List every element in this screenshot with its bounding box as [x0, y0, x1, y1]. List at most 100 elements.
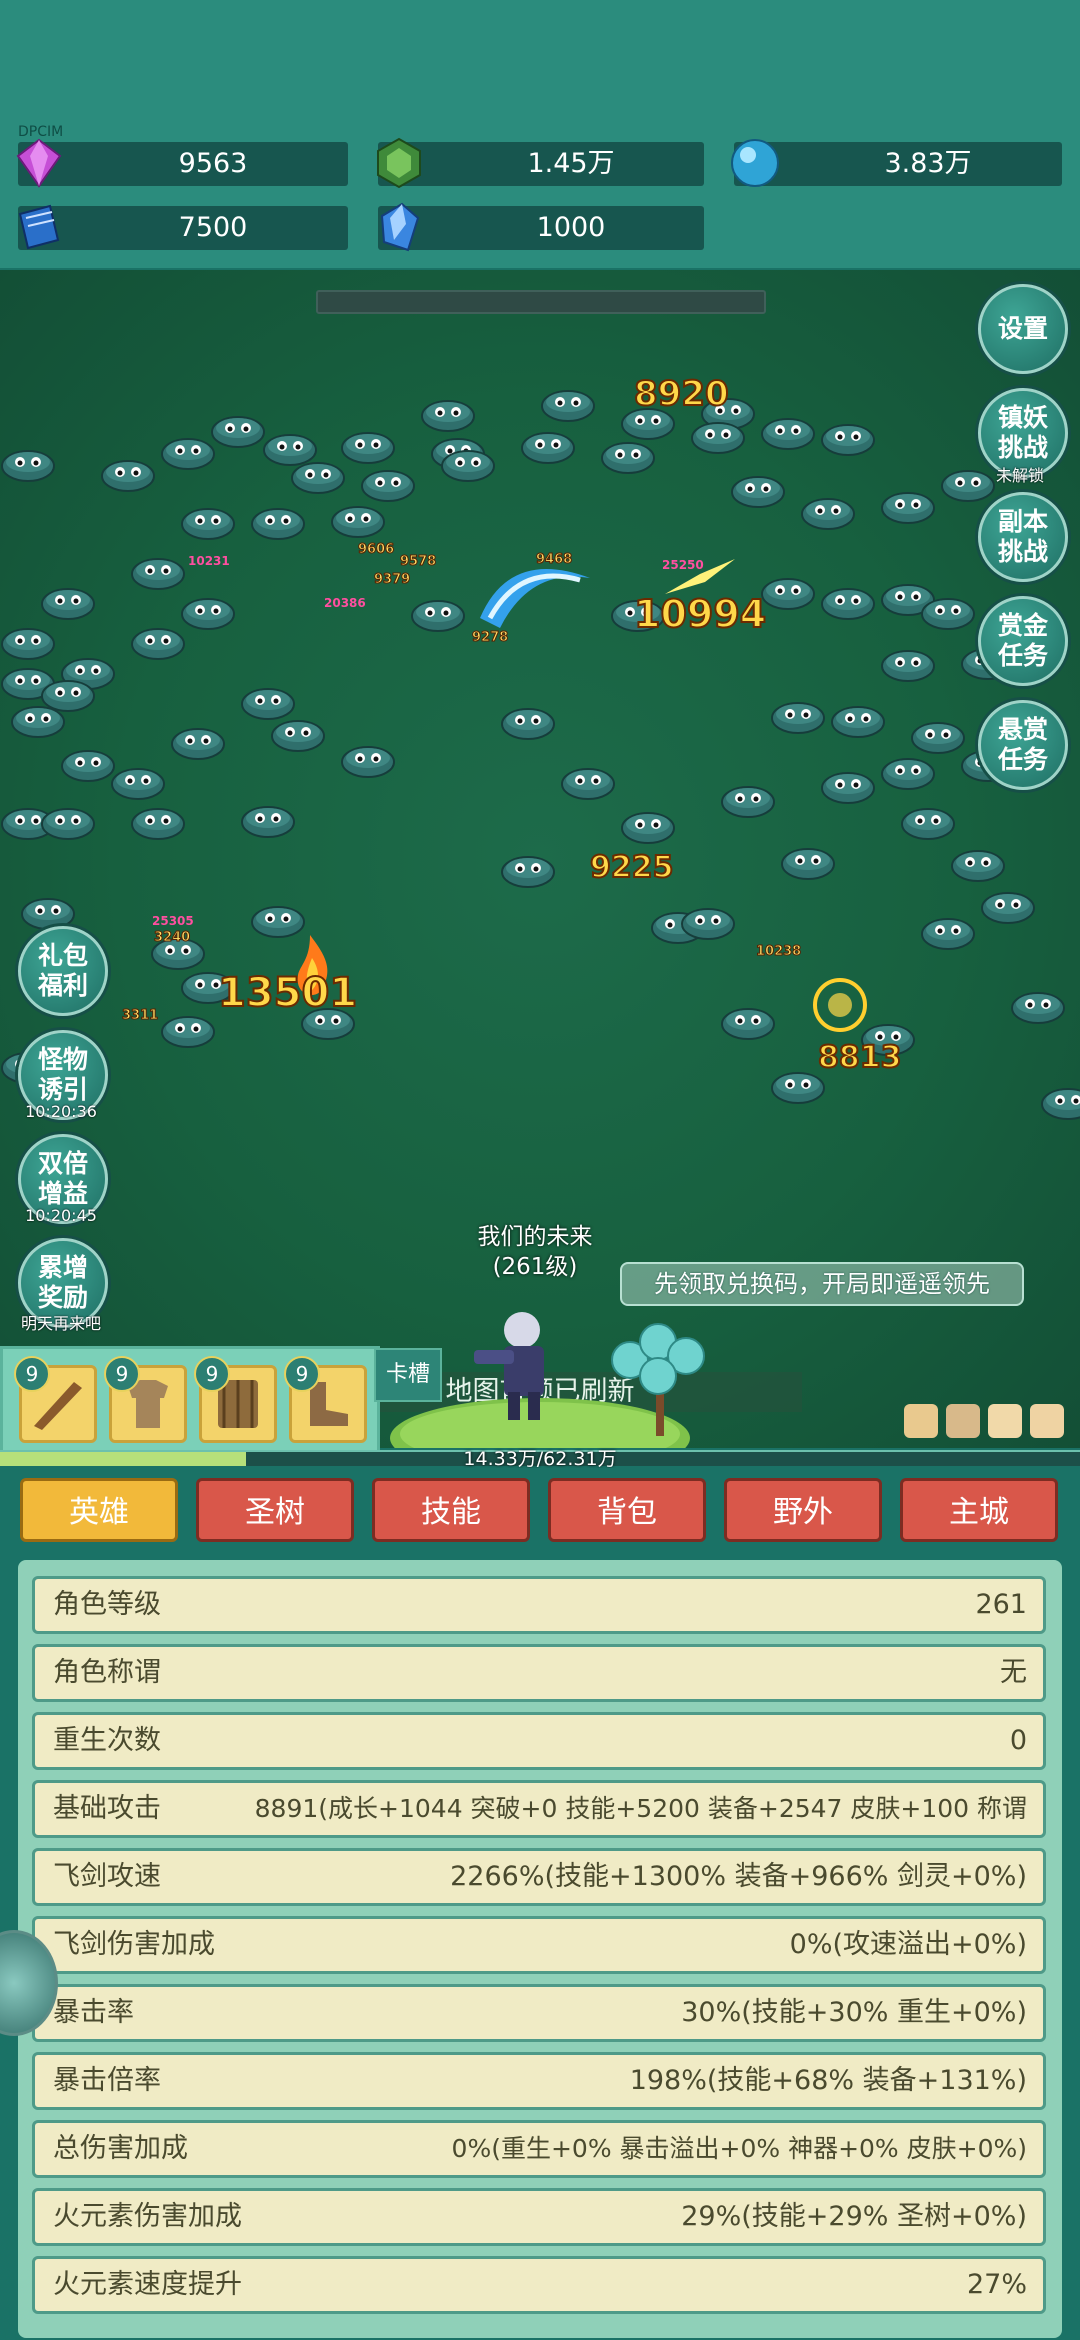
equip-slot-armor[interactable]: 9: [104, 1356, 187, 1443]
button-label: 双倍: [37, 1149, 88, 1178]
stat-name: 角色等级: [53, 1589, 161, 1620]
stat-value: 29%(技能+29% 圣树+0%): [681, 2201, 1027, 2232]
damage-number-small: 9578: [399, 554, 437, 570]
blob-monster: [501, 856, 555, 888]
stat-name: 重生次数: [53, 1725, 161, 1756]
damage-number: 9225: [589, 849, 674, 886]
equip-slot-weapon[interactable]: 9: [14, 1356, 97, 1443]
stat-row: 总伤害加成 0%(重生+0% 暴击溢出+0% 神器+0% 皮肤+0%): [32, 2120, 1046, 2178]
hero-stats-panel[interactable]: 角色等级 261 角色称谓 无 重生次数 0 基础攻击 8891(成长+1044 突破+…: [18, 1560, 1062, 2338]
experience-text: 14.33万/62.31万: [463, 1448, 617, 1470]
blob-monster: [561, 768, 615, 800]
orb-resource: 3.83万: [731, 139, 1062, 187]
blob-monster: [291, 462, 345, 494]
blob-monster: [1, 450, 55, 482]
stat-value: 198%(技能+68% 装备+131%): [629, 2065, 1027, 2096]
blob-monster: [691, 422, 745, 454]
button-label: 礼包: [37, 941, 88, 970]
button-label: 镇妖: [997, 403, 1048, 432]
tab-wilderness[interactable]: 野外: [724, 1478, 882, 1542]
bounty-gold-task-button[interactable]: 赏金 任务: [978, 596, 1068, 686]
tab-main-city[interactable]: 主城: [900, 1478, 1058, 1542]
button-label: 增益: [37, 1179, 88, 1208]
tab-hero[interactable]: 英雄: [20, 1478, 178, 1542]
stat-name: 基础攻击: [53, 1793, 161, 1824]
stat-value: 0%(重生+0% 暴击溢出+0% 神器+0% 皮肤+0%): [451, 2134, 1027, 2163]
blob-monster: [421, 400, 475, 432]
gem-resource: 9563: [16, 138, 348, 188]
blob-monster: [541, 390, 595, 422]
blob-monster: [911, 722, 965, 754]
tab-backpack[interactable]: 背包: [548, 1478, 706, 1542]
damage-number: 13501: [217, 969, 358, 1017]
blob-monster: [21, 898, 75, 930]
equip-slot-boots[interactable]: 9: [284, 1356, 367, 1443]
stat-row: 火元素伤害加成 29%(技能+29% 圣树+0%): [32, 2188, 1046, 2246]
blob-monster: [881, 758, 935, 790]
card-slot-button[interactable]: 卡槽: [374, 1348, 442, 1402]
stat-row: 飞剑伤害加成 0%(攻速溢出+0%): [32, 1916, 1046, 1974]
damage-number: 8920: [633, 373, 730, 415]
blob-monster: [161, 1016, 215, 1048]
button-label: 副本: [997, 507, 1048, 536]
stat-name: 火元素伤害加成: [53, 2201, 242, 2232]
orb-count: 3.83万: [884, 148, 972, 179]
blob-monster: [781, 848, 835, 880]
blob-monster: [341, 432, 395, 464]
stat-value: 无: [1000, 1657, 1027, 1688]
damage-number-small: 3240: [153, 930, 191, 946]
redeem-code-banner[interactable]: 先领取兑换码，开局即遥遥领先: [620, 1262, 1024, 1306]
blue-orb-icon: [731, 139, 779, 187]
blob-monster: [601, 442, 655, 474]
gift-pack-button[interactable]: 礼包 福利: [18, 926, 108, 1016]
blue-book-icon: [18, 204, 60, 250]
tab-skills[interactable]: 技能: [372, 1478, 530, 1542]
button-label: 挑战: [997, 433, 1048, 462]
settings-button[interactable]: 设置: [978, 284, 1068, 374]
blob-monster: [161, 438, 215, 470]
blob-monster: [61, 750, 115, 782]
damage-number-small: 10231: [188, 554, 230, 568]
stat-row: 角色称谓 无: [32, 1644, 1046, 1702]
blob-monster: [211, 416, 265, 448]
book-resource: 7500: [18, 204, 348, 250]
stat-row: 基础攻击 8891(成长+1044 突破+0 技能+5200 装备+2547 皮肤…: [32, 1780, 1046, 1875]
stat-row: 角色等级 261: [32, 1576, 1046, 1634]
blob-monster: [831, 706, 885, 738]
blob-monster: [821, 588, 875, 620]
blob-monster: [41, 588, 95, 620]
stat-value: 0%(攻速溢出+0%): [789, 1929, 1027, 1960]
button-label: 赏金: [997, 611, 1048, 640]
equip-level-badge: 9: [284, 1356, 320, 1392]
stat-row: 火元素速度提升 27%: [32, 2256, 1046, 2314]
tab-sacred-tree[interactable]: 圣树: [196, 1478, 354, 1542]
wanted-task-button[interactable]: 悬赏 任务: [978, 700, 1068, 790]
blob-monster: [821, 772, 875, 804]
blob-monster: [881, 492, 935, 524]
blob-monster: [951, 850, 1005, 882]
blob-monster: [621, 812, 675, 844]
spirit-tree-icon[interactable]: [600, 1320, 720, 1440]
blob-monster: [761, 418, 815, 450]
damage-number-small: 3311: [121, 1008, 159, 1024]
stat-name: 总伤害加成: [53, 2133, 188, 2164]
jade-count: 1.45万: [527, 148, 615, 179]
stat-row: 暴击率 30%(技能+30% 重生+0%): [32, 1984, 1046, 2042]
blob-monster: [721, 1008, 775, 1040]
blob-monster: [501, 708, 555, 740]
stat-value: 2266%(技能+1300% 装备+966% 剑灵+0%): [450, 1861, 1027, 1892]
stat-name: 飞剑伤害加成: [53, 1929, 215, 1960]
party-avatar-icon: [904, 1404, 938, 1438]
jade-resource: 1.45万: [377, 137, 704, 189]
locked-label: 未解锁: [995, 466, 1044, 485]
equip-level-badge: 9: [194, 1356, 230, 1392]
blob-monster: [131, 808, 185, 840]
book-count: 7500: [178, 212, 248, 243]
blob-monster: [681, 908, 735, 940]
dungeon-challenge-button[interactable]: 副本 挑战: [978, 492, 1068, 582]
stat-name: 火元素速度提升: [53, 2269, 242, 2300]
stat-value: 27%: [966, 2269, 1027, 2300]
button-label: 累增: [37, 1253, 88, 1282]
equip-slot-shield[interactable]: 9: [194, 1356, 277, 1443]
blob-monster: [721, 786, 775, 818]
